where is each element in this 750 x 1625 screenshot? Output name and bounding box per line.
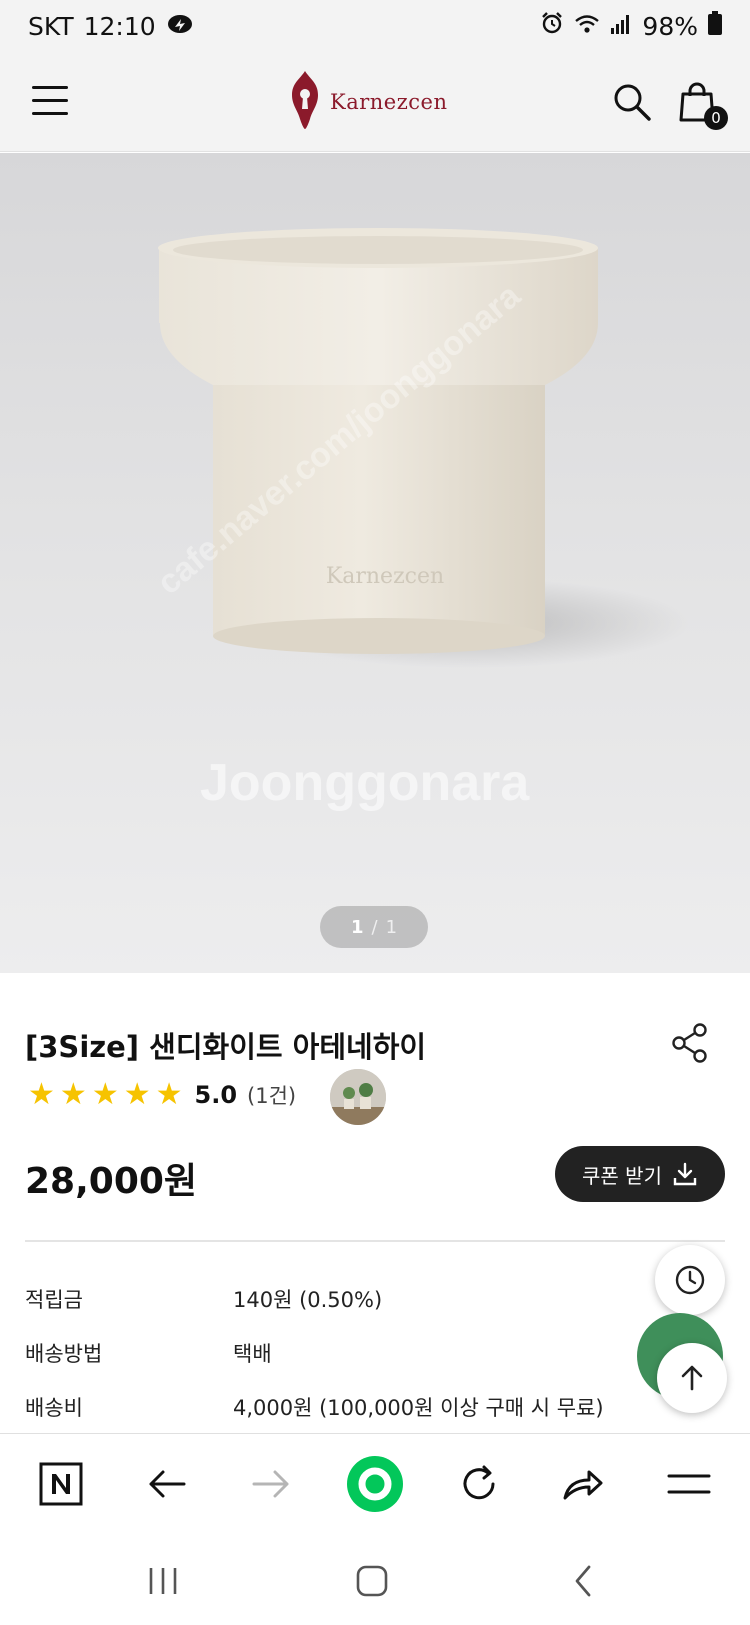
- menu-button[interactable]: [32, 84, 70, 118]
- coupon-download-button[interactable]: 쿠폰 받기: [555, 1146, 725, 1202]
- refresh-button[interactable]: [451, 1456, 507, 1512]
- rating-value: 5.0: [194, 1081, 238, 1109]
- star-icon: ★: [59, 1077, 87, 1112]
- recent-viewed-button[interactable]: [655, 1245, 725, 1315]
- home-button[interactable]: [342, 1553, 402, 1609]
- product-title: [3Size] 샌디화이트 아테네하이: [25, 1030, 427, 1064]
- share-arrow-icon: [563, 1470, 603, 1500]
- green-dot-icon: [347, 1456, 403, 1512]
- browser-toolbar: [0, 1433, 750, 1535]
- arrow-left-icon: [149, 1470, 186, 1498]
- slide-current: 1: [350, 916, 364, 938]
- status-time: 12:10: [83, 11, 156, 41]
- download-icon: [673, 1162, 697, 1186]
- slide-total: 1: [385, 916, 398, 938]
- info-value: 4,000원 (100,000원 이상 구매 시 무료): [233, 1396, 604, 1420]
- arrow-right-icon: [252, 1470, 289, 1498]
- keyhole-logo-icon: [288, 69, 322, 135]
- system-nav-bar: [0, 1535, 750, 1625]
- carrier-label: SKT: [28, 11, 74, 41]
- info-value: 택배: [233, 1342, 272, 1366]
- naver-home-button[interactable]: [33, 1456, 89, 1512]
- scroll-top-button[interactable]: [657, 1343, 727, 1413]
- cart-button[interactable]: 0: [676, 80, 728, 130]
- forward-button[interactable]: [243, 1456, 299, 1512]
- recent-apps-icon: [149, 1568, 177, 1594]
- wifi-icon: [574, 12, 600, 41]
- search-icon: [614, 84, 651, 121]
- info-row-shipping-fee: 배송비 4,000원 (100,000원 이상 구매 시 무료): [25, 1392, 604, 1422]
- status-left: SKT 12:10: [28, 11, 194, 41]
- logo-text: Karnezcen: [330, 90, 448, 114]
- home-icon: [356, 1565, 388, 1597]
- page: SKT 12:10 98% Karnezcen 0 Karnezcen Joon…: [0, 0, 750, 1625]
- system-back-button[interactable]: [553, 1553, 613, 1609]
- review-photo-thumbnail[interactable]: [330, 1069, 386, 1125]
- star-icon: ★: [123, 1077, 151, 1112]
- share-icon: [672, 1023, 707, 1063]
- review-count: (1건): [247, 1084, 297, 1108]
- product-image: Karnezcen: [158, 228, 690, 668]
- search-button[interactable]: [612, 82, 652, 122]
- site-header: Karnezcen 0: [0, 52, 750, 152]
- section-divider: [25, 1240, 725, 1242]
- browser-menu-button[interactable]: [661, 1456, 717, 1512]
- arrow-up-icon: [681, 1365, 703, 1391]
- rating-row[interactable]: ★ ★ ★ ★ ★ 5.0 (1건): [28, 1075, 296, 1115]
- product-emboss-text: Karnezcen: [326, 564, 444, 589]
- slide-indicator: 1 / 1: [320, 906, 428, 948]
- refresh-icon: [463, 1465, 495, 1500]
- info-label: 배송방법: [25, 1342, 103, 1366]
- info-label: 배송비: [25, 1396, 83, 1420]
- coupon-label: 쿠폰 받기: [582, 1163, 662, 1188]
- product-image-carousel[interactable]: Karnezcen Joonggonara cafe.naver.com/joo…: [0, 153, 750, 973]
- status-bar: SKT 12:10 98%: [0, 0, 750, 52]
- signal-icon: [610, 12, 632, 41]
- product-price: 28,000원: [25, 1161, 198, 1202]
- hamburger-icon: [667, 1474, 711, 1494]
- share-button[interactable]: [670, 1022, 710, 1064]
- cloud-icon: [166, 11, 194, 41]
- rating-stars: ★ ★ ★ ★ ★: [28, 1080, 183, 1110]
- alarm-icon: [540, 11, 564, 41]
- recent-apps-button[interactable]: [133, 1553, 193, 1609]
- hamburger-line: [32, 112, 68, 115]
- battery-icon: [708, 11, 722, 41]
- hamburger-icon: [32, 86, 68, 89]
- slide-separator: /: [371, 916, 378, 938]
- star-icon: ★: [155, 1077, 183, 1112]
- watermark-text: Joonggonara: [200, 754, 530, 812]
- review-photo: [330, 1069, 386, 1125]
- share-page-button[interactable]: [555, 1456, 611, 1512]
- brand-logo[interactable]: Karnezcen: [288, 70, 447, 134]
- clock-icon: [675, 1265, 705, 1295]
- back-button[interactable]: [139, 1456, 195, 1512]
- status-right: 98%: [540, 11, 722, 41]
- info-row-shipping-method: 배송방법 택배: [25, 1338, 272, 1368]
- cart-count-badge: 0: [704, 106, 728, 130]
- chevron-left-icon: [575, 1565, 591, 1597]
- hamburger-line: [32, 99, 68, 102]
- star-icon: ★: [28, 1077, 55, 1112]
- star-icon: ★: [91, 1077, 119, 1112]
- info-label: 적립금: [25, 1288, 83, 1312]
- battery-percent: 98%: [642, 11, 698, 41]
- info-value: 140원 (0.50%): [233, 1288, 383, 1312]
- naver-green-dot-button[interactable]: [347, 1456, 403, 1512]
- info-row-points: 적립금 140원 (0.50%): [25, 1284, 382, 1314]
- naver-n-icon: [39, 1462, 83, 1506]
